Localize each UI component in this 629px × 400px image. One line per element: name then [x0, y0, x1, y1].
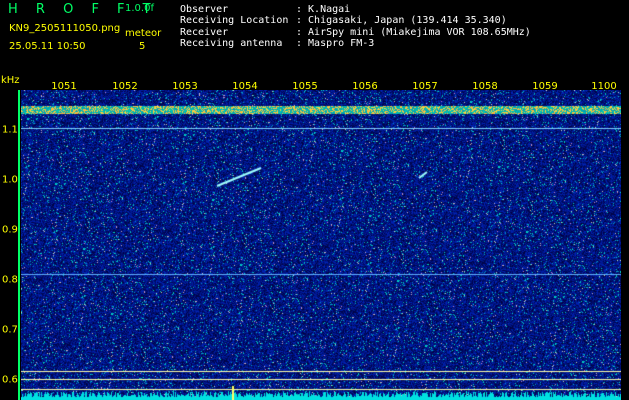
y-tick-label: 0.6 — [2, 374, 18, 386]
y-tick-label: 0.8 — [2, 274, 18, 286]
y-tick-label: 1.1 — [2, 124, 18, 136]
antenna-label: Receiving antenna — [180, 38, 283, 49]
spectrogram-canvas — [21, 90, 621, 400]
version-label: 1.0.0f — [125, 3, 154, 14]
y-tick-label: 0.7 — [2, 324, 18, 336]
y-tick-label: 0.9 — [2, 224, 18, 236]
y-axis-ruler — [18, 90, 20, 400]
khz-unit-label: kHz — [1, 75, 20, 86]
y-tick-label: 1.0 — [2, 174, 18, 186]
filename-label: KN9_2505111050.png — [9, 23, 121, 34]
mode-label: meteor — [125, 28, 162, 39]
location-label: Receiving Location — [180, 15, 289, 26]
datetime-label: 25.05.11 10:50 — [9, 41, 86, 52]
location-value: : Chigasaki, Japan (139.414 35.340) — [296, 15, 507, 26]
count-label: 5 — [139, 41, 146, 52]
antenna-value: : Maspro FM-3 — [296, 38, 375, 49]
